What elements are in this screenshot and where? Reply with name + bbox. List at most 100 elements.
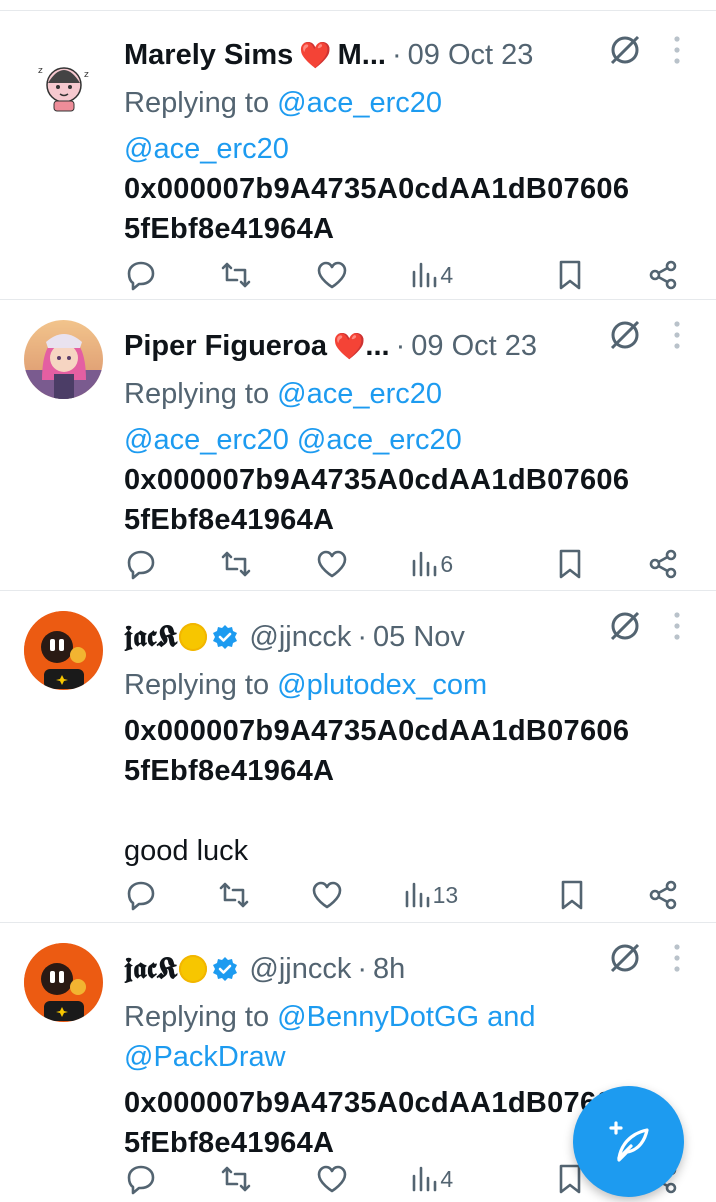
tweet-body-line: 0x000007b9A4735A0cdAA1dB07606 [124,715,630,747]
more-vertical-icon[interactable] [670,941,684,975]
views-icon [413,551,437,577]
tweet-header: 𝖏𝖆𝖈𝕶 @jjncck · 05 Nov [124,609,690,665]
reply-feed: z z Marely Sims ❤️ M... · 09 Oct 23 Repl… [0,0,716,1202]
views-button[interactable]: 4 [410,258,453,292]
separator-dot: · [391,38,402,71]
reply-icon [127,261,155,291]
retweet-icon [222,1166,251,1192]
replying-to-link[interactable]: @ace_erc20 [277,378,442,410]
replying-to-link[interactable]: @plutodex_com [277,669,487,701]
share-button[interactable] [646,878,680,912]
mention-link[interactable]: @ace_erc20 [124,129,690,169]
separator-dot: · [357,952,368,985]
coin-emoji [179,955,208,983]
heart-icon [317,550,347,578]
bookmark-button[interactable] [555,547,585,581]
tweet-actions: 6 [124,544,680,584]
tweet-header: 𝖏𝖆𝖈𝕶 @jjncck · 8h [124,941,690,997]
tweet-body-line: 5fEbf8e41964A [124,755,335,787]
share-icon [649,880,677,910]
tweet-date[interactable]: 05 Nov [373,621,465,654]
bookmark-icon [559,549,580,579]
views-icon [413,1166,437,1192]
views-button[interactable]: 4 [410,1162,453,1196]
compose-icon [608,1120,649,1162]
replying-to-label: Replying to [124,378,278,410]
replying-to-label: Replying to [124,1001,278,1033]
replying-to-label: Replying to [124,669,278,701]
separator-dot: · [395,329,406,362]
tweet-body-line: 0x000007b9A4735A0cdAA1dB07606 [124,173,630,205]
author-name[interactable]: Piper Figueroa [124,330,327,363]
reply-icon [127,1165,155,1195]
replying-to-link[interactable]: @BennyDotGG and [277,1001,535,1033]
tweet-header: Marely Sims ❤️ M... · 09 Oct 23 [124,27,690,83]
coin-emoji [179,623,208,651]
more-vertical-icon[interactable] [670,318,684,352]
bookmark-button[interactable] [555,258,585,292]
bookmark-icon [559,260,580,290]
retweet-button[interactable] [219,258,253,292]
like-button[interactable] [315,547,349,581]
avatar[interactable] [24,611,103,690]
tweet-1[interactable]: z z Marely Sims ❤️ M... · 09 Oct 23 Repl… [0,11,716,300]
tweet-body-line: 0x000007b9A4735A0cdAA1dB07606 [124,464,630,496]
mention-link[interactable]: @ace_erc20 @ace_erc20 [124,420,690,460]
tweet-actions: 4 [124,255,680,295]
tweet-3[interactable]: 𝖏𝖆𝖈𝕶 @jjncck · 05 Nov Replying to @pluto… [0,591,716,923]
like-button[interactable] [315,1162,349,1196]
avatar[interactable] [24,943,103,1022]
tweet-date[interactable]: 09 Oct 23 [411,330,537,363]
tweet-date[interactable]: 8h [373,953,405,986]
author-name[interactable]: 𝖏𝖆𝖈𝕶 [124,621,177,654]
reply-icon [127,881,155,911]
tweet-2[interactable]: Piper Figueroa ❤️ ... · 09 Oct 23 Replyi… [0,300,716,591]
more-vertical-icon[interactable] [670,33,684,67]
replying-to: Replying to @ace_erc20 [124,374,690,414]
replying-to: Replying to @BennyDotGG and [124,997,690,1037]
retweet-button[interactable] [219,547,253,581]
replying-to: Replying to @ace_erc20 [124,83,690,123]
reply-button[interactable] [124,878,158,912]
author-name[interactable]: 𝖏𝖆𝖈𝕶 [124,953,177,986]
mute-icon[interactable] [608,318,642,352]
mute-icon[interactable] [608,609,642,643]
views-button[interactable]: 13 [403,878,459,912]
heart-icon [317,1165,347,1193]
verified-badge-icon [213,957,238,981]
avatar[interactable] [24,320,103,399]
views-count: 6 [440,550,454,577]
retweet-icon [219,882,249,908]
author-handle[interactable]: @jjncck [249,953,351,986]
author-name[interactable]: Marely Sims [124,39,293,72]
reply-button[interactable] [124,547,158,581]
more-vertical-icon[interactable] [670,609,684,643]
retweet-button[interactable] [217,878,251,912]
mute-icon[interactable] [608,941,642,975]
heart-emoji: ❤️ [299,39,332,70]
replying-to-link[interactable]: @ace_erc20 [277,87,442,119]
author-name-suffix[interactable]: M... [338,39,386,72]
author-handle[interactable]: @jjncck [249,621,351,654]
retweet-icon [222,551,251,577]
heart-icon [312,881,342,909]
replying-to-link-2[interactable]: @PackDraw [124,1037,690,1077]
bookmark-button[interactable] [557,878,587,912]
reply-icon [127,550,155,580]
like-button[interactable] [315,258,349,292]
compose-button[interactable] [573,1086,684,1197]
retweet-icon [222,262,251,288]
views-button[interactable]: 6 [410,547,453,581]
author-name-suffix[interactable]: ... [365,330,389,363]
like-button[interactable] [310,878,344,912]
reply-button[interactable] [124,258,158,292]
share-button[interactable] [646,258,680,292]
avatar[interactable]: z z [24,43,103,122]
share-button[interactable] [646,547,680,581]
mute-icon[interactable] [608,33,642,67]
views-count: 13 [432,881,459,908]
reply-button[interactable] [124,1162,158,1196]
retweet-button[interactable] [219,1162,253,1196]
tweet-body-line: 5fEbf8e41964A [124,213,335,245]
tweet-date[interactable]: 09 Oct 23 [408,39,534,72]
